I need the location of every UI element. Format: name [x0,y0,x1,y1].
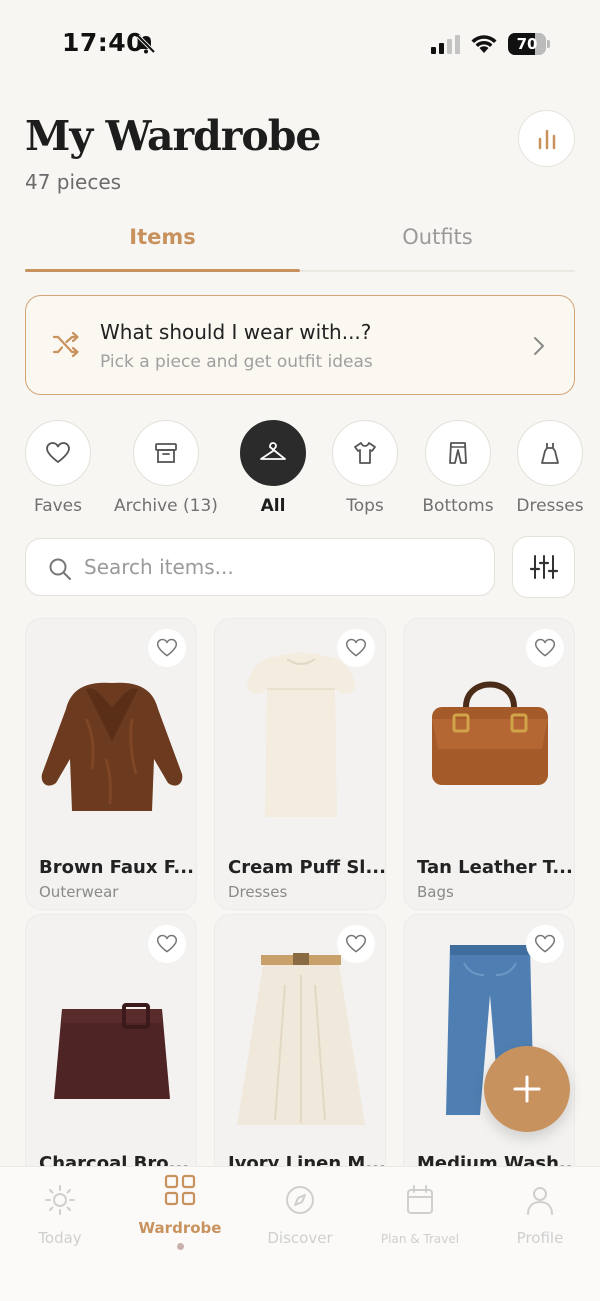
status-time: 17:40 [62,28,145,57]
nav-discover[interactable]: Discover [240,1183,360,1247]
favorite-button[interactable] [526,629,564,667]
sliders-icon [529,555,558,579]
nav-label: Plan & Travel [380,1232,460,1246]
item-category: Outerwear [39,883,119,901]
item-image-linen-skirt [237,953,365,1125]
item-card[interactable]: Ivory Linen M... [214,914,386,1206]
archive-box-icon [155,443,177,463]
category-label: Faves [33,496,82,516]
category-label: Dresses [516,496,584,516]
item-image-leather-bag [432,681,548,785]
heart-icon [46,442,70,463]
tshirt-icon [354,442,376,464]
heart-icon [156,638,178,657]
nav-label: Profile [516,1229,564,1247]
outfit-suggestion-card[interactable]: What should I wear with...? Pick a piece… [25,295,575,395]
bell-muted-icon [136,34,156,54]
suggestion-title: What should I wear with...? [100,320,372,344]
add-item-button[interactable] [484,1046,570,1132]
sun-icon [45,1185,75,1215]
nav-label: Today [38,1229,82,1247]
item-card[interactable]: Tan Leather T... Bags [403,618,575,910]
search-icon [49,558,71,580]
search-input[interactable] [84,547,474,587]
user-icon [527,1187,553,1215]
item-card[interactable]: Cream Puff Sl... Dresses [214,618,386,910]
heart-icon [345,934,367,953]
nav-wardrobe[interactable]: Wardrobe [120,1173,240,1250]
item-card[interactable]: Brown Faux F... Outerwear [25,618,197,910]
bar-chart-icon [538,129,555,149]
page-title: My Wardrobe [25,112,321,160]
search-bar [25,538,495,596]
stats-button[interactable] [518,110,575,167]
item-image-fur-jacket [41,682,183,811]
item-category: Dresses [228,883,288,901]
category-filter-row: Faves Archive (13) All Tops Bottoms Dres… [0,420,600,525]
favorite-button[interactable] [337,629,375,667]
item-category: Bags [417,883,454,901]
heart-icon [156,934,178,953]
heart-icon [534,934,556,953]
tab-items[interactable]: Items [25,218,300,272]
grid-icon [164,1174,196,1206]
active-indicator-dot [176,1243,184,1250]
calendar-icon [407,1185,433,1214]
item-image-cream-dress [247,652,355,817]
item-count: 47 pieces [25,170,122,194]
category-label: Archive (13) [114,496,218,516]
nav-plan-travel[interactable]: Plan & Travel [360,1183,480,1246]
favorite-button[interactable] [337,925,375,963]
item-name: Brown Faux F... [39,857,194,878]
nav-label: Discover [267,1229,333,1247]
shuffle-icon [52,331,79,358]
filter-button[interactable] [512,536,575,598]
suggestion-subtitle: Pick a piece and get outfit ideas [100,352,373,372]
category-faves[interactable]: Faves [3,420,113,516]
favorite-button[interactable] [148,925,186,963]
cellular-signal-icon [431,35,460,54]
wifi-icon [471,35,497,53]
item-name: Tan Leather T... [417,857,573,878]
nav-profile[interactable]: Profile [480,1183,600,1247]
battery-indicator: 70 [508,33,550,55]
chevron-right-icon [534,337,544,355]
item-name: Cream Puff Sl... [228,857,386,878]
hanger-icon [260,442,286,460]
heart-icon [345,638,367,657]
nav-today[interactable]: Today [0,1183,120,1247]
item-image-mini-skirt [54,1003,170,1099]
item-card[interactable]: Charcoal Bro... [25,914,197,1206]
heart-icon [534,638,556,657]
bottom-navigation: Today Wardrobe Discover Plan & Travel Pr… [0,1166,600,1301]
compass-icon [286,1186,314,1214]
status-bar: 17:40 70 [0,0,600,90]
tab-bar: Items Outfits [25,218,575,272]
category-archive[interactable]: Archive (13) [111,420,221,516]
favorite-button[interactable] [148,629,186,667]
battery-level: 70 [516,35,538,53]
dress-icon [541,443,559,464]
nav-label: Wardrobe [138,1219,222,1237]
tab-outfits[interactable]: Outfits [300,218,575,270]
category-dresses[interactable]: Dresses [495,420,600,516]
pants-icon [449,442,467,464]
plus-icon [513,1075,541,1103]
favorite-button[interactable] [526,925,564,963]
